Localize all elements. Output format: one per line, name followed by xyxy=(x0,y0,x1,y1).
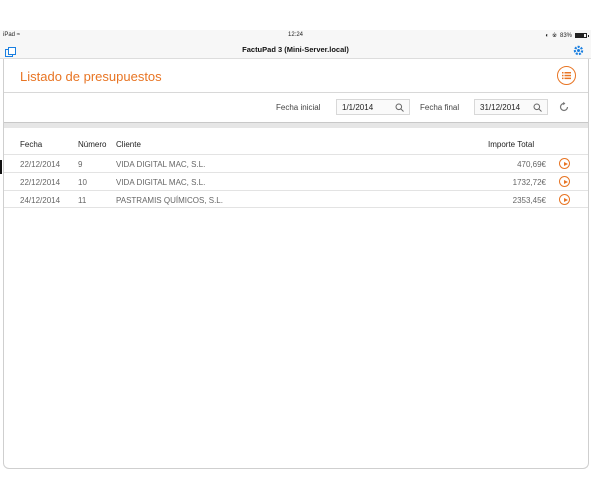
row-client: VIDA DIGITAL MAC, S.L. xyxy=(116,178,206,187)
refresh-icon xyxy=(559,101,569,112)
battery-icon xyxy=(575,33,589,38)
app-title-bar: FactuPad 3 (Mini-Server.local) xyxy=(0,42,591,59)
row-number: 11 xyxy=(78,196,87,205)
open-detail-icon[interactable] xyxy=(559,158,570,169)
header-client: Cliente xyxy=(116,140,141,149)
page-title: Listado de presupuestos xyxy=(20,69,162,84)
table-header: Fecha Número Cliente Importe Total xyxy=(4,128,588,154)
rotation-lock-icon: ◐ xyxy=(545,32,549,39)
end-date-value: 31/12/2014 xyxy=(480,103,521,112)
battery-percent: 83% xyxy=(559,32,572,39)
row-total: 1732,72€ xyxy=(512,178,546,187)
table-row[interactable]: 24/12/2014 11 PASTRAMIS QUÍMICOS, S.L. 2… xyxy=(4,190,588,208)
open-detail-icon[interactable] xyxy=(559,176,570,187)
gear-icon[interactable] xyxy=(572,44,585,57)
row-total: 2353,45€ xyxy=(512,196,546,205)
row-number: 10 xyxy=(78,178,87,187)
heading-row: Listado de presupuestos xyxy=(4,59,588,93)
status-bar: iPad ≈ 12:24 ◐ ※ 83% xyxy=(0,30,591,42)
search-icon xyxy=(533,103,542,112)
search-icon xyxy=(395,103,404,112)
budgets-table: Fecha Número Cliente Importe Total 22/12… xyxy=(4,128,588,208)
header-date: Fecha xyxy=(20,140,43,149)
row-client: VIDA DIGITAL MAC, S.L. xyxy=(116,160,206,169)
refresh-button[interactable] xyxy=(558,100,570,112)
row-total: 470,69€ xyxy=(517,160,546,169)
row-date: 22/12/2014 xyxy=(20,178,61,187)
bluetooth-icon: ※ xyxy=(551,33,557,39)
status-right: ◐ ※ 83% xyxy=(545,32,589,39)
open-detail-icon[interactable] xyxy=(559,194,570,205)
row-number: 9 xyxy=(78,160,83,169)
row-client: PASTRAMIS QUÍMICOS, S.L. xyxy=(116,196,223,205)
date-filter-row: Fecha inicial 1/1/2014 Fecha final 31/12… xyxy=(4,93,588,122)
header-total: Importe Total xyxy=(488,140,535,149)
start-date-label: Fecha inicial xyxy=(276,103,321,112)
table-row[interactable]: 22/12/2014 9 VIDA DIGITAL MAC, S.L. 470,… xyxy=(4,154,588,172)
app-title: FactuPad 3 (Mini-Server.local) xyxy=(242,45,349,54)
table-row[interactable]: 22/12/2014 10 VIDA DIGITAL MAC, S.L. 173… xyxy=(4,172,588,190)
list-menu-button[interactable] xyxy=(557,66,576,85)
end-date-label: Fecha final xyxy=(420,103,460,112)
header-number: Número xyxy=(78,140,107,149)
row-date: 22/12/2014 xyxy=(20,160,61,169)
status-time: 12:24 xyxy=(287,32,303,38)
start-date-field[interactable]: 1/1/2014 xyxy=(336,99,410,115)
list-menu-icon xyxy=(562,72,571,80)
end-date-field[interactable]: 31/12/2014 xyxy=(474,99,548,115)
top-margin xyxy=(0,0,591,30)
start-date-value: 1/1/2014 xyxy=(342,103,374,112)
main-panel: Listado de presupuestos Fecha inicial 1/… xyxy=(3,59,589,469)
row-date: 24/12/2014 xyxy=(20,196,61,205)
side-edge-marker xyxy=(0,160,2,174)
